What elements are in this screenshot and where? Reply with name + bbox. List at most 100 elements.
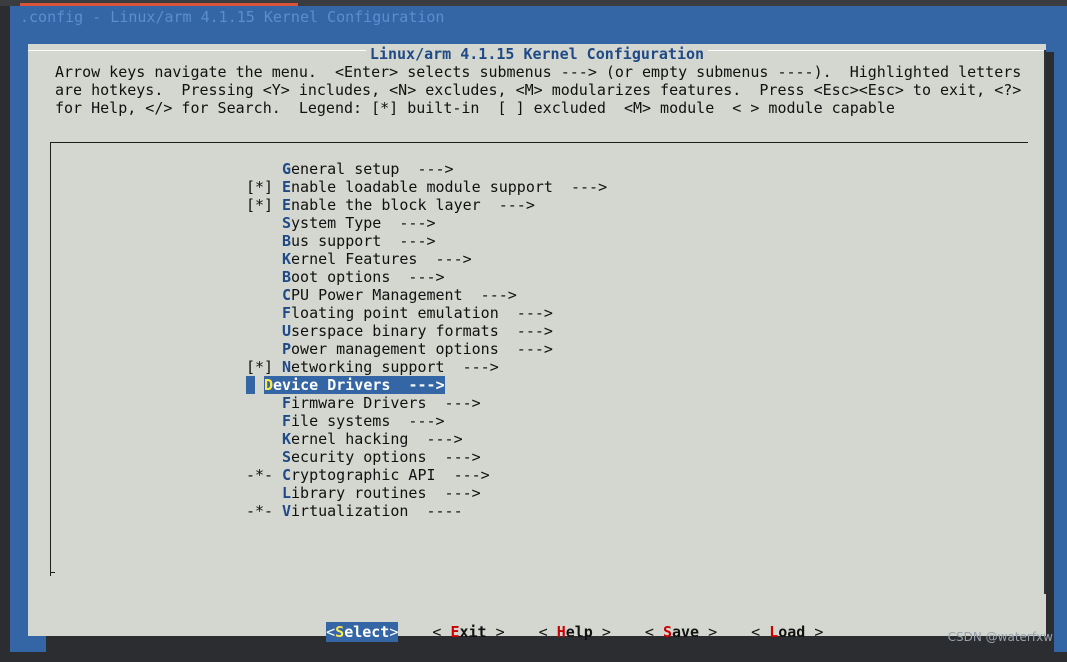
submenu-arrow: --->: [462, 286, 517, 304]
menu-item-text: oot options: [291, 268, 391, 286]
menu-item-text: nable the block layer: [291, 196, 481, 214]
menu-item-text: us support: [291, 232, 382, 250]
menu-box: General setup ---> [*] Enable loadable mod…: [50, 142, 1028, 576]
menu-item-state: [*]: [246, 178, 274, 196]
menu-item-text: ystem Type: [291, 214, 382, 232]
menu-item[interactable]: General setup --->: [246, 160, 607, 178]
submenu-arrow: --->: [444, 358, 499, 376]
menu-item-label: System Type --->: [282, 214, 436, 232]
submenu-arrow: --->: [417, 250, 472, 268]
menu-item[interactable]: Firmware Drivers --->: [246, 394, 607, 412]
menu-item-text: loating point emulation: [291, 304, 499, 322]
menu-item-hotkey: S: [282, 448, 292, 466]
menu-item-label: Power management options --->: [282, 340, 553, 358]
menu-item-text: evice Drivers: [273, 376, 391, 394]
menu-item-label: Enable loadable module support --->: [282, 178, 607, 196]
menu-item-text: ile systems: [291, 412, 391, 430]
menu-item-hotkey: L: [282, 484, 292, 502]
select-button[interactable]: <Select>: [326, 622, 399, 642]
dialog-shadow-right: [1046, 52, 1054, 652]
menu-item[interactable]: Power management options --->: [246, 340, 607, 358]
menu-item-text: irtualization: [291, 502, 409, 520]
help-button[interactable]: < Help >: [539, 622, 611, 642]
menu-item[interactable]: File systems --->: [246, 412, 607, 430]
menu-item-text: PU Power Management: [291, 286, 463, 304]
menu-item-hotkey: F: [282, 412, 292, 430]
menu-item[interactable]: CPU Power Management --->: [246, 286, 607, 304]
menu-item-text: nable loadable module support: [291, 178, 553, 196]
menu-item[interactable]: [*] Networking support --->: [246, 358, 607, 376]
menu-item-state: -*-: [246, 466, 274, 484]
menu-item-hotkey: G: [282, 160, 292, 178]
menu-item[interactable]: Bus support --->: [246, 232, 607, 250]
menu-item-text: ryptographic API: [291, 466, 436, 484]
menu-item-label: Security options --->: [282, 448, 481, 466]
menu-item[interactable]: Kernel Features --->: [246, 250, 607, 268]
menu-item[interactable]: [*] Enable the block layer --->: [246, 196, 607, 214]
menu-item-hotkey: B: [282, 268, 292, 286]
menu-item-hotkey: K: [282, 250, 292, 268]
menu-item-text: ecurity options: [291, 448, 427, 466]
submenu-arrow: --->: [498, 340, 553, 358]
menu-item[interactable]: Floating point emulation --->: [246, 304, 607, 322]
menu-item-hotkey: U: [282, 322, 292, 340]
exit-button[interactable]: < Exit >: [432, 622, 504, 642]
dialog-title: Linux/arm 4.1.15 Kernel Configuration: [28, 44, 1046, 64]
submenu-arrow: --->: [552, 178, 608, 196]
menu-item-label: Kernel hacking --->: [282, 430, 463, 448]
menu-item[interactable]: Security options --->: [246, 448, 607, 466]
submenu-arrow: --->: [381, 232, 436, 250]
submenu-arrow: --->: [408, 430, 463, 448]
menu-item-hotkey: N: [282, 358, 292, 376]
menu-item-text: serspace binary formats: [291, 322, 499, 340]
watermark: CSDN @waterfxw: [947, 630, 1053, 644]
button-bar: <Select> < Exit > < Help > < Save > < Load >: [290, 602, 857, 642]
menu-item-hotkey: S: [282, 214, 292, 232]
save-button[interactable]: < Save >: [645, 622, 717, 642]
menu-item-state: [*]: [246, 196, 274, 214]
menu-item[interactable]: [*] Enable loadable module support --->: [246, 178, 607, 196]
help-text-line: for Help, </> for Search. Legend: [*] bu…: [55, 99, 895, 117]
main-dialog: Linux/arm 4.1.15 Kernel Configuration Ar…: [28, 44, 1046, 642]
menu-item-text: ower management options: [291, 340, 499, 358]
submenu-arrow: ----: [408, 502, 463, 520]
menu-item-text: ernel Features: [291, 250, 418, 268]
submenu-arrow: --->: [399, 160, 454, 178]
menu-item[interactable]: Library routines --->: [246, 484, 607, 502]
menu-item-label: Userspace binary formats --->: [282, 322, 553, 340]
menu-item-state: [*]: [246, 358, 274, 376]
submenu-arrow: --->: [426, 394, 481, 412]
menu-item-label: Device Drivers --->: [264, 376, 445, 394]
submenu-arrow: --->: [435, 466, 490, 484]
menu-item[interactable]: Userspace binary formats --->: [246, 322, 607, 340]
menu-item-label: File systems --->: [282, 412, 445, 430]
menu-item-selected[interactable]: Device Drivers --->: [246, 376, 607, 394]
menu-item-text: ernel hacking: [291, 430, 409, 448]
menu-item[interactable]: System Type --->: [246, 214, 607, 232]
menu-item-hotkey: B: [282, 232, 292, 250]
menu-item-label: Enable the block layer --->: [282, 196, 535, 214]
menu-item-label: CPU Power Management --->: [282, 286, 517, 304]
menu-item-text: ibrary routines: [291, 484, 427, 502]
submenu-arrow: --->: [426, 484, 481, 502]
menu-item-label: Boot options --->: [282, 268, 445, 286]
menu-item-label: Floating point emulation --->: [282, 304, 553, 322]
menu-item-hotkey: E: [282, 196, 292, 214]
submenu-arrow: --->: [498, 304, 553, 322]
menu-item[interactable]: Boot options --->: [246, 268, 607, 286]
menu-item-label: Kernel Features --->: [282, 250, 472, 268]
menu-item-label: Firmware Drivers --->: [282, 394, 481, 412]
cursor-block: [246, 376, 255, 394]
menu-item[interactable]: -*- Virtualization ----: [246, 502, 607, 520]
menu-item-label: Networking support --->: [282, 358, 499, 376]
submenu-arrow: --->: [390, 268, 445, 286]
menu-item-label: Library routines --->: [282, 484, 481, 502]
menu-item-text: irmware Drivers: [291, 394, 427, 412]
menu-item-label: Cryptographic API --->: [282, 466, 490, 484]
menu-item-hotkey: F: [282, 304, 292, 322]
menu-item-hotkey: V: [282, 502, 292, 520]
load-button[interactable]: < Load >: [751, 622, 823, 642]
help-text-line: Arrow keys navigate the menu. <Enter> se…: [55, 63, 1022, 81]
menu-item[interactable]: Kernel hacking --->: [246, 430, 607, 448]
menu-item[interactable]: -*- Cryptographic API --->: [246, 466, 607, 484]
